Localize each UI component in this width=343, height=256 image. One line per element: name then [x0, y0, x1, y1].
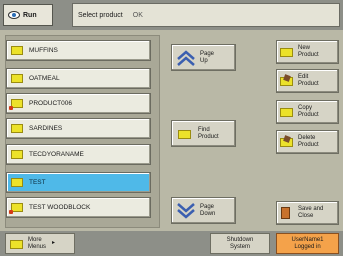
- product-name: TEST: [29, 179, 46, 186]
- title-field: Select product OK: [72, 3, 340, 27]
- product-name: MUFFINS: [29, 47, 58, 54]
- product-row[interactable]: MUFFINS: [6, 40, 151, 61]
- edit-product-label: Edit Product: [298, 74, 319, 87]
- product-row[interactable]: TEST WOODBLOCK: [6, 197, 151, 218]
- page-down-label: Page Down: [200, 203, 216, 217]
- folder-icon: [11, 124, 23, 133]
- find-product-button[interactable]: Find Product: [171, 120, 236, 147]
- edit-product-icon: [280, 74, 294, 87]
- chevron-down-icon: [177, 202, 195, 219]
- edit-product-button[interactable]: Edit Product: [276, 69, 339, 93]
- product-name: TEST WOODBLOCK: [29, 204, 91, 211]
- product-row[interactable]: OATMEAL: [6, 68, 151, 89]
- save-close-label: Save and Close: [298, 206, 324, 219]
- screen-title: Select product: [78, 11, 123, 19]
- find-product-label: Find Product: [198, 126, 219, 140]
- product-row[interactable]: PRODUCT006: [6, 93, 151, 114]
- chevron-up-icon: [177, 49, 195, 66]
- delete-product-label: Delete Product: [298, 135, 319, 148]
- delete-product-button[interactable]: Delete Product: [276, 130, 339, 154]
- locked-folder-icon: [9, 203, 23, 214]
- locked-folder-icon: [9, 99, 23, 110]
- save-close-button[interactable]: Save and Close: [276, 201, 339, 225]
- run-button[interactable]: Run: [3, 4, 53, 26]
- door-icon: [280, 207, 294, 219]
- folder-icon: [11, 178, 23, 187]
- arrow-right-icon: ▸: [52, 240, 56, 246]
- new-product-label: New Product: [298, 45, 319, 58]
- product-name: OATMEAL: [29, 75, 60, 82]
- page-up-label: Page Up: [200, 50, 215, 64]
- product-name: TECDYORANAME: [29, 151, 84, 158]
- new-product-icon: [280, 46, 294, 58]
- product-row[interactable]: SARDINES: [6, 118, 151, 139]
- folder-icon: [11, 150, 23, 159]
- page-down-button[interactable]: Page Down: [171, 197, 236, 224]
- copy-product-icon: [280, 106, 294, 118]
- folder-icon: [178, 128, 192, 140]
- copy-product-label: Copy Product: [298, 105, 319, 118]
- delete-product-icon: [280, 135, 294, 148]
- eye-icon: [8, 11, 20, 19]
- page-up-button[interactable]: Page Up: [171, 44, 236, 71]
- user-login-label: UserName1 Logged in: [291, 236, 324, 250]
- product-name: PRODUCT006: [29, 100, 72, 107]
- copy-product-button[interactable]: Copy Product: [276, 100, 339, 124]
- product-name: SARDINES: [29, 125, 63, 132]
- run-label: Run: [23, 11, 37, 19]
- new-product-button[interactable]: New Product: [276, 40, 339, 64]
- product-row[interactable]: TECDYORANAME: [6, 144, 151, 165]
- status-text: OK: [132, 11, 143, 19]
- product-row[interactable]: TEST: [6, 172, 151, 193]
- user-login-button[interactable]: UserName1 Logged in: [276, 233, 339, 254]
- shutdown-button[interactable]: Shutdown System: [210, 233, 270, 254]
- folder-icon: [10, 238, 24, 250]
- shutdown-label: Shutdown System: [226, 236, 254, 250]
- more-menus-button[interactable]: More Menus ▸: [5, 233, 75, 254]
- more-menus-label: More Menus: [28, 236, 47, 250]
- folder-icon: [11, 46, 23, 55]
- folder-icon: [11, 74, 23, 83]
